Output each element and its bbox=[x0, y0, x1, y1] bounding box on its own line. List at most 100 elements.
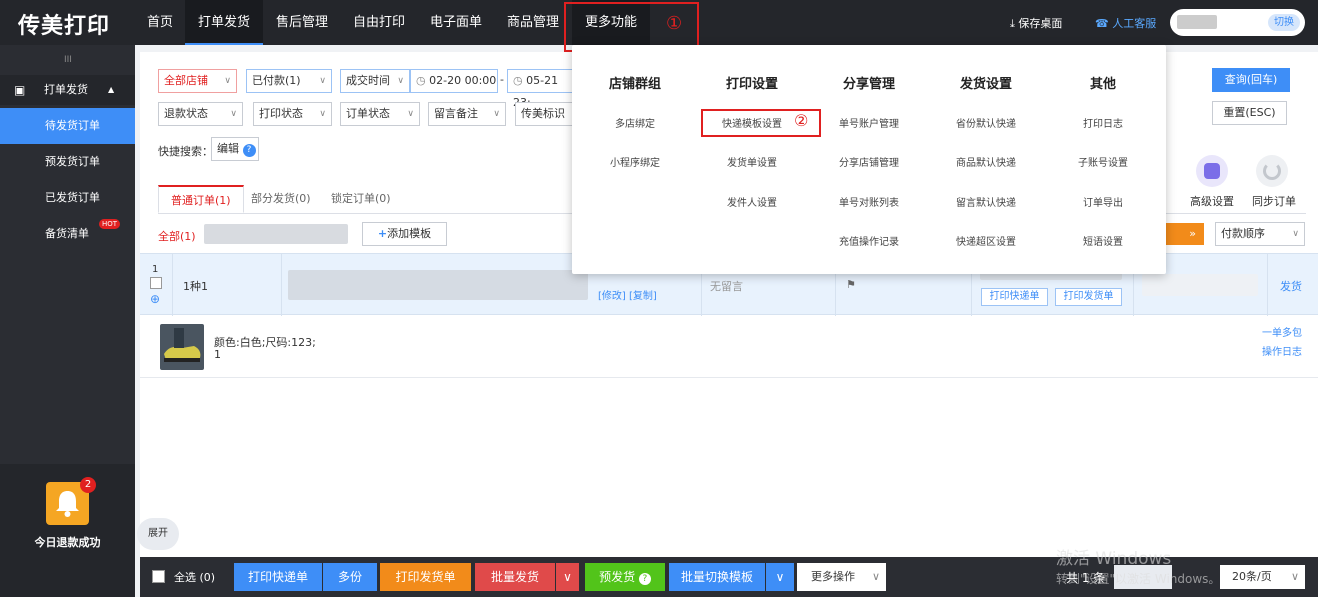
ship-link[interactable]: 发货 bbox=[1280, 278, 1302, 294]
pre-ship-button[interactable]: 预发货 ? bbox=[585, 563, 665, 591]
date-to-input[interactable]: ◷ 05-21 23: bbox=[507, 69, 573, 109]
memo-select[interactable]: 留言备注 ∨ bbox=[428, 102, 506, 126]
quick-search-label: 快捷搜索： bbox=[158, 145, 213, 158]
operation-log-link[interactable]: 操作日志 bbox=[1262, 343, 1302, 358]
batch-switch-template-button[interactable]: 批量切换模板 bbox=[669, 563, 765, 591]
order-status-select[interactable]: 订单状态 ∨ bbox=[340, 102, 420, 126]
more-operations-select[interactable]: 更多操作 ∨ bbox=[797, 563, 886, 591]
sort-select[interactable]: 付款顺序 ∨ bbox=[1215, 222, 1305, 246]
dd-item-tracking-account[interactable]: 单号账户管理 bbox=[814, 115, 924, 130]
account-name-blurred bbox=[1177, 15, 1217, 29]
chuanmei-flag-select[interactable]: 传美标识 bbox=[515, 102, 575, 126]
double-chevron-down-icon[interactable]: » bbox=[1166, 223, 1204, 245]
dd-item-province-default[interactable]: 省份默认快递 bbox=[931, 115, 1041, 130]
dd-item-sub-accounts[interactable]: 子账号设置 bbox=[1048, 154, 1158, 169]
date-separator: - bbox=[500, 73, 504, 86]
sidebar-section-print-ship[interactable]: ▣ 打单发货 ▲ bbox=[0, 75, 135, 105]
dd-item-print-log[interactable]: 打印日志 bbox=[1048, 115, 1158, 130]
chevron-down-icon: ∨ bbox=[493, 109, 500, 119]
dd-item-sender[interactable]: 发件人设置 bbox=[697, 194, 807, 209]
advanced-settings-icon[interactable] bbox=[1196, 155, 1228, 187]
multi-copies-button[interactable]: 多份 bbox=[323, 563, 377, 591]
dd-item-out-of-area[interactable]: 快递超区设置 bbox=[931, 233, 1041, 248]
nav-after-sales[interactable]: 售后管理 bbox=[266, 0, 338, 45]
page-size-select[interactable]: 20条/页 ∨ bbox=[1220, 565, 1305, 589]
dd-item-product-default[interactable]: 商品默认快递 bbox=[931, 154, 1041, 169]
dd-header-share-manage: 分享管理 bbox=[842, 77, 895, 92]
support-link[interactable]: ☎ 人工客服 bbox=[1095, 15, 1156, 31]
copy-link[interactable]: [复制] bbox=[629, 291, 657, 302]
print-express-button[interactable]: 打印快递单 bbox=[981, 288, 1048, 306]
notification-panel[interactable]: 2 今日退款成功 bbox=[0, 464, 135, 597]
payment-status-select[interactable]: 已付款(1) ∨ bbox=[246, 69, 332, 93]
refund-status-select[interactable]: 退款状态 ∨ bbox=[158, 102, 243, 126]
shop-select[interactable]: 全部店铺 ∨ bbox=[158, 69, 237, 93]
clock-icon: ◷ bbox=[416, 74, 426, 87]
sidebar-item-pre-ship[interactable]: 预发货订单 bbox=[0, 144, 135, 180]
sync-orders-label[interactable]: 同步订单 bbox=[1252, 193, 1296, 209]
annotation-circle-2: ② bbox=[794, 111, 809, 130]
nav-home[interactable]: 首页 bbox=[137, 0, 183, 45]
activation-watermark-hint: 转到"设置"以激活 Windows。 bbox=[1056, 572, 1221, 586]
bulk-print-express-button[interactable]: 打印快递单 bbox=[234, 563, 322, 591]
batch-ship-button[interactable]: 批量发货 bbox=[475, 563, 555, 591]
help-icon: ? bbox=[638, 573, 651, 585]
product-thumbnail bbox=[160, 324, 204, 370]
switch-button[interactable]: 切换 bbox=[1268, 14, 1300, 31]
nav-e-waybill[interactable]: 电子面单 bbox=[420, 0, 492, 45]
expand-button[interactable]: 展开 bbox=[137, 518, 179, 550]
tab-normal-orders[interactable]: 普通订单(1) bbox=[158, 185, 244, 213]
reset-button[interactable]: 重置(ESC) bbox=[1212, 101, 1287, 125]
dd-item-reconciliation[interactable]: 单号对账列表 bbox=[814, 194, 924, 209]
batch-ship-dropdown-icon[interactable]: ∨ bbox=[556, 563, 579, 591]
row-checkbox[interactable] bbox=[150, 277, 162, 289]
chevron-down-icon: ∨ bbox=[1292, 229, 1299, 239]
printer-icon: ▣ bbox=[14, 83, 26, 97]
all-count[interactable]: 全部(1) bbox=[158, 228, 196, 244]
tab-locked-orders[interactable]: 锁定订单(0) bbox=[331, 185, 391, 213]
activation-watermark-title: 激活 Windows bbox=[1056, 549, 1172, 569]
tab-partial-shipped[interactable]: 部分发货(0) bbox=[251, 185, 311, 213]
dd-item-multi-shop-bind[interactable]: 多店绑定 bbox=[580, 115, 690, 130]
bulk-print-ship-button[interactable]: 打印发货单 bbox=[380, 563, 471, 591]
account-switch[interactable]: 切换 bbox=[1170, 9, 1305, 36]
nav-products[interactable]: 商品管理 bbox=[496, 0, 570, 45]
quick-search-edit-button[interactable]: 编辑 ? bbox=[211, 137, 259, 161]
dd-item-mini-program-bind[interactable]: 小程序绑定 bbox=[580, 154, 690, 169]
advanced-settings-label[interactable]: 高级设置 bbox=[1190, 193, 1234, 209]
sidebar-item-shipped[interactable]: 已发货订单 bbox=[0, 180, 135, 216]
dd-item-recharge-log[interactable]: 充值操作记录 bbox=[814, 233, 924, 248]
expand-plus-icon[interactable]: ⊕ bbox=[150, 292, 160, 306]
date-from-input[interactable]: ◷ 02-20 00:00 bbox=[410, 69, 498, 93]
one-order-multi-pack-link[interactable]: 一单多包 bbox=[1262, 324, 1302, 339]
dd-item-memo-default[interactable]: 留言默认快递 bbox=[931, 194, 1041, 209]
plus-icon: + bbox=[377, 227, 388, 240]
edit-link[interactable]: [修改] bbox=[598, 291, 626, 302]
sidebar: III ▣ 打单发货 ▲ 待发货订单 预发货订单 已发货订单 备货清单 HOT … bbox=[0, 45, 135, 597]
more-features-dropdown: 店铺群组 打印设置 分享管理 发货设置 其他 多店绑定 小程序绑定 快递模板设置… bbox=[572, 45, 1166, 274]
logo: 传美打印 bbox=[18, 14, 111, 39]
sidebar-grip-icon[interactable]: III bbox=[64, 55, 72, 65]
time-type-select[interactable]: 成交时间 ∨ bbox=[340, 69, 410, 93]
print-status-select[interactable]: 打印状态 ∨ bbox=[253, 102, 332, 126]
switch-template-dropdown-icon[interactable]: ∨ bbox=[766, 563, 794, 591]
select-all-label: 全选 (0) bbox=[174, 571, 216, 584]
select-all-checkbox[interactable] bbox=[152, 570, 165, 583]
dd-item-ship-slip[interactable]: 发货单设置 bbox=[697, 154, 807, 169]
nav-print-ship[interactable]: 打单发货 bbox=[185, 0, 263, 45]
sync-icon[interactable] bbox=[1256, 155, 1288, 187]
add-template-button[interactable]: +添加模板 bbox=[362, 222, 447, 246]
flag-icon[interactable]: ⚑ bbox=[846, 278, 856, 291]
dd-item-phrases[interactable]: 短语设置 bbox=[1048, 233, 1158, 248]
dd-item-shared-shops[interactable]: 分享店铺管理 bbox=[814, 154, 924, 169]
save-desktop-link[interactable]: ⤓ 保存桌面 bbox=[1010, 15, 1062, 31]
clock-icon: ◷ bbox=[513, 74, 523, 87]
nav-free-print[interactable]: 自由打印 bbox=[341, 0, 417, 45]
help-icon: ? bbox=[242, 144, 256, 157]
sidebar-item-pending[interactable]: 待发货订单 bbox=[0, 108, 135, 144]
row-index: 1 bbox=[152, 264, 159, 275]
dd-item-order-export[interactable]: 订单导出 bbox=[1048, 194, 1158, 209]
query-button[interactable]: 查询(回车) bbox=[1212, 68, 1290, 92]
print-ship-button[interactable]: 打印发货单 bbox=[1055, 288, 1122, 306]
top-nav: 传美打印 首页 打单发货 售后管理 自由打印 电子面单 商品管理 更多功能 ① … bbox=[0, 0, 1318, 52]
